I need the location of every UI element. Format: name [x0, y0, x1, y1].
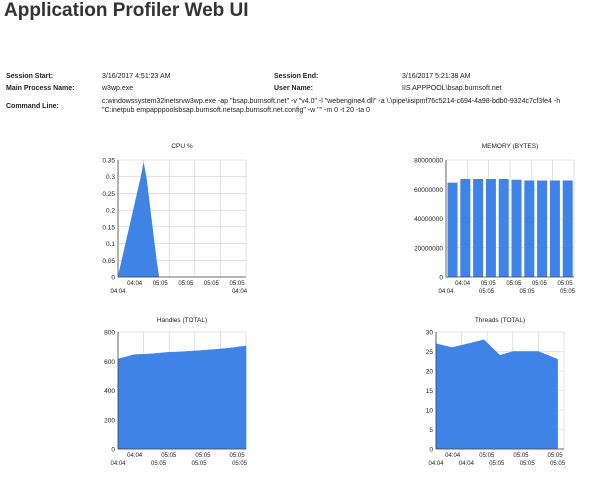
- process-name-value: w3wp.exe: [102, 85, 134, 92]
- x-tick-label: 04:04: [459, 461, 475, 467]
- bar-mark: [524, 180, 535, 277]
- session-end-label: Session End:: [274, 73, 319, 80]
- y-tick-label: 60000000: [414, 187, 443, 194]
- area-series: [117, 345, 247, 450]
- y-tick-label: 25: [426, 349, 434, 356]
- x-tick-label: 05:05: [550, 461, 566, 467]
- y-tick-label: 15: [426, 388, 434, 395]
- y-tick-label: 5: [429, 427, 433, 434]
- user-name-label: User Name:: [274, 85, 313, 92]
- bar-mark: [537, 180, 548, 277]
- x-tick-label: 05:05: [479, 289, 495, 295]
- y-tick-label: 0.2: [106, 208, 115, 215]
- x-tick-label: 04:04: [438, 289, 454, 295]
- bar-mark: [549, 180, 560, 277]
- y-tick-label: 600: [104, 359, 115, 366]
- y-tick-label: 0: [439, 275, 443, 282]
- y-tick-label: 20000000: [414, 245, 443, 252]
- y-tick-label: 20: [426, 369, 434, 376]
- y-tick-label: 0: [111, 447, 115, 454]
- y-tick-label: 40000000: [414, 216, 443, 223]
- area-series: [435, 339, 558, 450]
- x-tick-label: 05:05: [506, 281, 522, 287]
- x-tick-label: 05:05: [520, 289, 536, 295]
- memory-chart: MEMORY (BYTES) 0 20000000 40000000 60000000 8…: [414, 143, 576, 295]
- x-tick-label: 05:05: [232, 461, 248, 467]
- y-tick-label: 80000000: [414, 158, 443, 165]
- x-tick-label: 04:04: [110, 461, 126, 467]
- x-tick-label: 05:05: [153, 281, 169, 287]
- cpu-chart: CPU % 0 0.05 0.1 0.15 0.2 0.25 0.3 0.35 04:04 05:0…: [102, 143, 248, 295]
- y-tick-label: 30: [426, 330, 434, 337]
- y-tick-label: 0.05: [102, 258, 115, 265]
- y-tick-label: 800: [104, 330, 115, 337]
- bar-mark: [460, 179, 471, 277]
- x-tick-label: 05:05: [230, 453, 246, 459]
- y-tick-label: 10: [426, 408, 434, 415]
- x-tick-label: 05:05: [204, 281, 220, 287]
- x-tick-label: 05:05: [558, 281, 574, 287]
- x-tick-label: 05:05: [195, 453, 211, 459]
- handles-chart: Handles (TOTAL) 0 200 400 600 800 04:04 05:05 05…: [104, 317, 248, 467]
- session-start-value: 3/16/2017 4:51:23 AM: [102, 73, 171, 80]
- process-name-label: Main Process Name:: [6, 85, 75, 92]
- bar-mark: [485, 179, 496, 277]
- x-tick-label: 04:04: [428, 461, 444, 467]
- x-tick-label: 05:05: [532, 281, 548, 287]
- x-tick-label: 05:05: [479, 453, 495, 459]
- y-tick-label: 200: [104, 417, 115, 424]
- x-tick-label: 05:05: [151, 461, 167, 467]
- user-name-value: IIS APPPOOL\bsap.burnsoft.net: [402, 85, 502, 92]
- y-tick-label: 0.1: [106, 241, 115, 248]
- y-tick-label: 0: [429, 447, 433, 454]
- x-tick-label: 05:05: [513, 453, 529, 459]
- bar-mark: [562, 180, 573, 277]
- y-tick-label: 400: [104, 388, 115, 395]
- chart-title: Handles (TOTAL): [157, 317, 207, 324]
- bar-mark: [511, 179, 522, 277]
- area-series: [117, 163, 160, 278]
- y-tick-label: 0.3: [106, 174, 115, 181]
- x-tick-label: 04:04: [445, 453, 461, 459]
- x-tick-label: 04:04: [127, 453, 143, 459]
- chart-title: MEMORY (BYTES): [482, 143, 538, 150]
- x-tick-label: 05:05: [161, 453, 177, 459]
- x-tick-label: 05:05: [560, 289, 576, 295]
- bar-mark: [447, 182, 458, 277]
- x-tick-label: 05:05: [192, 461, 208, 467]
- session-start-label: Session Start:: [6, 73, 54, 80]
- x-tick-label: 04:04: [455, 281, 471, 287]
- x-tick-label: 05:05: [489, 461, 505, 467]
- page-title: Application Profiler Web UI: [4, 0, 249, 21]
- bar-mark: [473, 179, 484, 277]
- command-line-value: c:windowssystem32inetsrvw3wp.exe -ap "bs…: [102, 98, 561, 114]
- command-line-label: Command Line:: [6, 103, 59, 110]
- x-tick-label: 05:05: [178, 281, 194, 287]
- x-tick-label: 04:04: [232, 289, 248, 295]
- threads-chart: Threads (TOTAL) 0 5 10 15 20 25 30 04:04 05:05 05:…: [426, 317, 566, 467]
- x-tick-label: 04:04: [110, 289, 126, 295]
- x-tick-label: 05:05: [520, 461, 536, 467]
- y-tick-label: 0.25: [102, 191, 115, 198]
- bar-mark: [498, 179, 509, 277]
- x-tick-label: 05:05: [481, 281, 497, 287]
- chart-title: Threads (TOTAL): [475, 317, 525, 324]
- x-tick-label: 04:04: [127, 281, 143, 287]
- chart-title: CPU %: [171, 143, 193, 150]
- x-tick-label: 05:05: [548, 453, 564, 459]
- y-tick-label: 0.35: [102, 158, 115, 165]
- y-tick-label: 0.15: [102, 224, 115, 231]
- x-tick-label: 05:05: [230, 281, 246, 287]
- y-tick-label: 0: [111, 275, 115, 282]
- session-end-value: 3/16/2017 5:21:38 AM: [402, 73, 471, 80]
